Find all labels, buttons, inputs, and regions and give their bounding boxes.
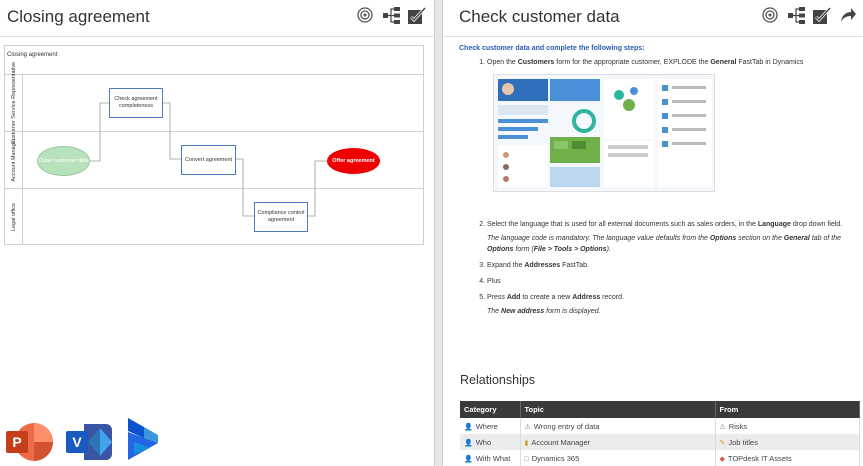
topic-link[interactable]: Account Manager bbox=[531, 438, 590, 447]
checklist-icon[interactable] bbox=[813, 6, 831, 24]
app-icons: P V bbox=[6, 418, 160, 465]
panel-toolbar bbox=[356, 6, 426, 24]
person-icon: 👤 bbox=[464, 439, 473, 447]
dynamics-app-icon[interactable] bbox=[126, 418, 160, 465]
from-link[interactable]: Risks bbox=[729, 422, 747, 431]
task-compliance-control[interactable]: Compliance control agreement bbox=[254, 202, 308, 232]
relationships-table: Category Topic From 👤 Where ⚠ Wrong entry … bbox=[460, 401, 860, 466]
share-icon[interactable] bbox=[839, 6, 857, 24]
step-item: Expand the Addresses FastTab. bbox=[487, 261, 859, 271]
target-icon[interactable] bbox=[356, 6, 374, 24]
warning-icon: ⚠ bbox=[719, 423, 726, 431]
step-item: Select the language that is used for all… bbox=[487, 220, 859, 254]
task-instructions: Check customer data and complete the fol… bbox=[459, 44, 859, 323]
column-header[interactable]: Topic bbox=[520, 401, 716, 418]
role-icon: ▮ bbox=[524, 439, 529, 447]
hierarchy-icon[interactable] bbox=[787, 6, 805, 24]
start-event[interactable]: Close customer data bbox=[37, 146, 90, 176]
process-panel: Closing agreement Closing agreement Cust… bbox=[0, 0, 434, 466]
task-panel: Check customer data Check customer data … bbox=[443, 0, 863, 466]
warning-icon: ⚠ bbox=[524, 423, 531, 431]
topic-link[interactable]: Dynamics 365 bbox=[532, 454, 580, 463]
steps-list: Open the Customers form for the appropri… bbox=[459, 58, 859, 317]
checklist-icon[interactable] bbox=[408, 6, 426, 24]
dynamics-screenshot-thumbnail[interactable] bbox=[493, 74, 715, 193]
target-icon[interactable] bbox=[761, 6, 779, 24]
step-item: Open the Customers form for the appropri… bbox=[487, 58, 859, 193]
relationships-title: Relationships bbox=[460, 373, 536, 387]
panel-toolbar bbox=[761, 6, 857, 24]
panel-title: Check customer data bbox=[459, 7, 620, 26]
monitor-icon: □ bbox=[524, 455, 529, 463]
step-item: Plus bbox=[487, 277, 859, 287]
task-convert-agreement[interactable]: Convert agreement bbox=[181, 145, 236, 175]
powerpoint-letter: P bbox=[12, 433, 22, 450]
from-link[interactable]: TOPdesk IT Assets bbox=[728, 454, 792, 463]
panel-divider[interactable] bbox=[434, 0, 443, 466]
topic-link[interactable]: Wrong entry of data bbox=[534, 422, 600, 431]
step-note: The language code is mandatory. The lang… bbox=[487, 235, 842, 253]
end-event[interactable]: Offer agreement bbox=[327, 148, 380, 174]
visio-letter: V bbox=[72, 433, 82, 450]
hierarchy-icon[interactable] bbox=[382, 6, 400, 24]
column-header[interactable]: Category bbox=[460, 401, 521, 418]
from-link[interactable]: Job titles bbox=[728, 438, 758, 447]
powerpoint-app-icon[interactable]: P bbox=[6, 422, 54, 462]
panel-title: Closing agreement bbox=[7, 7, 150, 26]
table-row[interactable]: 👤 With What □ Dynamics 365 ◆ TOPdesk IT Ass… bbox=[460, 450, 860, 466]
column-header[interactable]: From bbox=[715, 401, 860, 418]
process-diagram[interactable]: Closing agreement Customer Service Repre… bbox=[4, 45, 424, 245]
person-icon: 👤 bbox=[464, 455, 473, 463]
job-icon: ✎ bbox=[719, 439, 726, 447]
table-row[interactable]: 👤 Where ⚠ Wrong entry of data ⚠ Risks bbox=[460, 418, 860, 434]
task-check-agreement[interactable]: Check agreement completeness bbox=[109, 88, 163, 118]
asset-icon: ◆ bbox=[719, 455, 725, 463]
step-item: Press Add to create a new Address record… bbox=[487, 293, 859, 317]
table-row[interactable]: 👤 Who ▮ Account Manager ✎ Job titles bbox=[460, 434, 860, 450]
person-icon: 👤 bbox=[464, 423, 473, 431]
intro-text: Check customer data and complete the fol… bbox=[459, 45, 645, 52]
step-note: The New address form is displayed. bbox=[487, 308, 601, 316]
visio-app-icon[interactable]: V bbox=[66, 422, 114, 462]
